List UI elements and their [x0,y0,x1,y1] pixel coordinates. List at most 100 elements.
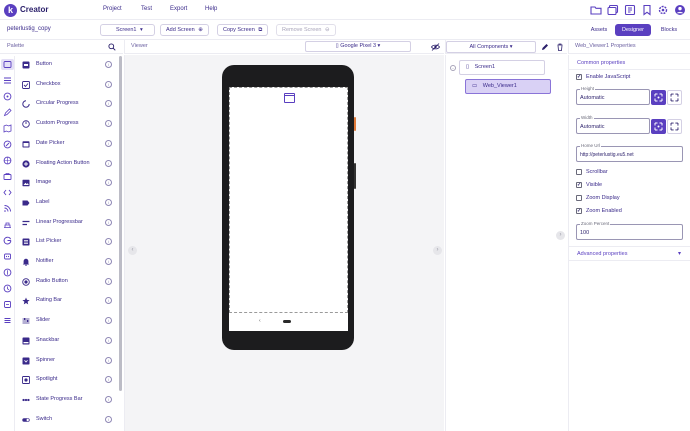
collapse-toggle-icon[interactable]: − [450,65,456,71]
library-icon[interactable] [624,4,636,16]
media-category-icon[interactable] [3,92,12,101]
info-icon[interactable]: i [105,218,112,226]
info-icon[interactable]: i [105,277,112,285]
ui-category-icon[interactable] [3,60,12,69]
info-icon[interactable]: i [105,238,112,246]
device-selector[interactable]: ▯ Google Pixel 3 ▾ [305,41,411,52]
palette-item-snackbar[interactable]: Snackbar i [16,332,120,352]
width-fill-parent-button[interactable] [651,119,666,134]
visible-checkbox[interactable]: ✓ [576,182,582,188]
extensions-category-icon[interactable] [3,300,12,309]
info-icon[interactable]: i [105,415,112,423]
enable-javascript-checkbox[interactable]: ✓ [576,74,582,80]
menu-test[interactable]: Test [141,6,152,12]
info-icon[interactable]: i [105,317,112,325]
palette-item-label[interactable]: Label i [16,194,120,214]
info-icon[interactable]: i [105,258,112,265]
palette-scrollbar[interactable] [119,56,122,391]
palette-item-switch[interactable]: Switch i [16,411,120,431]
phone-screen[interactable] [229,87,348,313]
palette-item-floating-action-button[interactable]: Floating Action Button i [16,155,120,175]
google-category-icon[interactable] [3,236,12,245]
account-icon[interactable] [674,4,686,16]
more-category-icon[interactable] [3,316,12,325]
delete-icon[interactable] [556,43,564,51]
info-icon[interactable]: i [105,80,112,88]
zoom-enabled-checkbox[interactable]: ✓ [576,208,582,214]
zoom-display-checkbox[interactable] [576,195,582,201]
palette-item-date-picker[interactable]: Date Picker i [16,135,120,155]
connectivity-category-icon[interactable] [3,204,12,213]
scrollbar-checkbox[interactable] [576,169,582,175]
utilities-category-icon[interactable] [3,284,12,293]
lego-category-icon[interactable] [3,220,12,229]
palette-item-notifier[interactable]: Notifier i [16,253,120,273]
hidden-components-icon[interactable] [431,43,440,51]
remove-screen-button[interactable]: Remove Screen ⊖ [276,24,336,36]
menu-help[interactable]: Help [205,6,217,12]
ai-category-icon[interactable] [3,252,12,261]
settings-icon[interactable] [657,4,669,16]
layout-category-icon[interactable] [3,76,12,85]
height-percent-button[interactable] [667,90,682,105]
palette-item-checkbox[interactable]: Checkbox i [16,76,120,96]
drawing-category-icon[interactable] [3,108,12,117]
menu-project[interactable]: Project [103,6,122,12]
social-category-icon[interactable] [3,156,12,165]
height-select[interactable]: Height Automatic [576,86,650,105]
components-expand-arrow[interactable]: › [556,231,565,240]
info-icon[interactable]: i [105,198,112,206]
info-icon[interactable]: i [105,297,112,305]
tab-blocks[interactable]: Blocks [654,24,684,36]
height-fill-parent-button[interactable] [651,90,666,105]
palette-item-circular-progress[interactable]: Circular Progress i [16,95,120,115]
palette-item-button[interactable]: Button i [16,56,120,76]
tab-assets[interactable]: Assets [585,24,613,36]
palette-item-radio-button[interactable]: Radio Button i [16,273,120,293]
menu-export[interactable]: Export [170,6,187,12]
viewer-prev-arrow[interactable]: ‹ [128,246,137,255]
info-icon[interactable]: i [105,179,112,187]
palette-item-custom-progress[interactable]: Custom Progress i [16,115,120,135]
palette-item-state-progress-bar[interactable]: State Progress Bar i [16,391,120,411]
info-icon[interactable]: i [105,395,112,403]
edit-icon[interactable] [541,43,549,51]
info-icon[interactable]: i [105,61,112,68]
palette-item-spinner[interactable]: Spinner i [16,352,120,372]
viewer-next-arrow[interactable]: › [433,246,442,255]
info-icon[interactable]: i [105,376,112,384]
add-screen-button[interactable]: Add Screen ⊕ [160,24,209,36]
maps-category-icon[interactable] [3,124,12,133]
width-select[interactable]: Width Automatic [576,115,650,134]
home-url-input[interactable]: Home Url http://peterlustig.eu5.net [576,143,683,162]
palette-item-list-picker[interactable]: List Picker i [16,233,120,253]
search-icon[interactable] [108,43,116,51]
info-icon[interactable]: i [105,356,112,364]
palette-item-spotlight[interactable]: Spotlight i [16,371,120,391]
palette-item-image[interactable]: Image i [16,174,120,194]
app-logo[interactable]: k [4,4,17,17]
info-icon[interactable]: i [105,159,112,167]
tree-item-web-viewer1[interactable]: ▭ Web_Viewer1 [465,79,551,94]
palette-item-slider[interactable]: Slider i [16,312,120,332]
screen-selector[interactable]: Screen1 ▾ [100,24,155,36]
storage-category-icon[interactable] [3,172,12,181]
web-viewer-icon[interactable] [284,93,295,103]
palette-item-linear-progressbar[interactable]: Linear Progressbar i [16,214,120,234]
tree-item-screen1[interactable]: ▯ Screen1 [459,60,545,75]
zoom-percent-input[interactable]: Zoom Percent 100 [576,221,683,240]
info-icon[interactable]: i [105,336,112,344]
tab-designer[interactable]: Designer [615,24,651,36]
width-percent-button[interactable] [667,119,682,134]
copy-screen-button[interactable]: Copy Screen ⧉ [217,24,269,36]
sensors-category-icon[interactable] [3,140,12,149]
bookmark-icon[interactable] [641,4,653,16]
chevron-down-icon[interactable]: ▾ [678,250,681,257]
folder-icon[interactable] [590,4,602,16]
info-icon[interactable]: i [105,139,112,147]
common-properties-heading[interactable]: Common properties [577,60,625,66]
info-icon[interactable]: i [105,100,112,108]
advanced-properties-toggle[interactable]: Advanced properties [577,251,627,257]
code-category-icon[interactable] [3,188,12,197]
monetization-category-icon[interactable] [3,268,12,277]
